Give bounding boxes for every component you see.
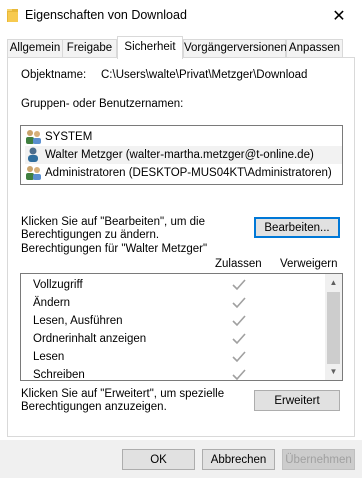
permission-row: Lesen, Ausführen: [21, 313, 326, 331]
permission-name: Schreiben: [33, 369, 85, 381]
allow-check-icon: [232, 369, 246, 380]
deny-column-header: Verweigern: [280, 258, 338, 270]
tab-strip: Allgemein Freigabe Sicherheit Vorgängerv…: [7, 36, 355, 59]
permission-name: Ändern: [33, 297, 71, 309]
allow-check-icon: [232, 333, 246, 345]
apply-button[interactable]: Übernehmen: [282, 449, 355, 470]
permission-row: Schreiben: [21, 367, 326, 381]
tab-anpassen[interactable]: Anpassen: [286, 39, 343, 58]
edit-button[interactable]: Bearbeiten...: [254, 217, 340, 238]
principals-list[interactable]: SYSTEM Walter Metzger (walter-martha.met…: [20, 125, 343, 185]
allow-column-header: Zulassen: [215, 258, 262, 270]
permission-row: Ändern: [21, 295, 326, 313]
window-title: Eigenschaften von Download: [25, 8, 187, 22]
tab-sicherheit[interactable]: Sicherheit: [117, 36, 183, 59]
tab-freigabe[interactable]: Freigabe: [62, 39, 117, 58]
edit-hint-line1: Klicken Sie auf "Bearbeiten", um die: [21, 216, 205, 228]
close-icon: ✕: [332, 7, 346, 25]
permission-row: Vollzugriff: [21, 277, 326, 295]
title-bar[interactable]: Eigenschaften von Download ✕: [0, 0, 362, 31]
allow-check-icon: [232, 351, 246, 363]
scroll-thumb[interactable]: [327, 292, 340, 364]
principal-name: SYSTEM: [45, 131, 93, 143]
allow-check-icon: [232, 279, 246, 291]
cancel-button[interactable]: Abbrechen: [202, 449, 275, 470]
principal-name: Administratoren (DESKTOP-MUS04KT\Adminis…: [45, 167, 332, 179]
permissions-for-label: Berechtigungen für "Walter Metzger": [21, 243, 208, 255]
principal-name: Walter Metzger (walter-martha.metzger@t-…: [45, 149, 314, 161]
list-item-system[interactable]: SYSTEM: [25, 128, 342, 146]
tab-vorgaengerversionen[interactable]: Vorgängerversionen: [183, 39, 287, 58]
permission-row: Ordnerinhalt anzeigen: [21, 331, 326, 349]
allow-check-icon: [232, 297, 246, 309]
allow-check-icon: [232, 315, 246, 327]
permission-name: Lesen, Ausführen: [33, 315, 123, 327]
advanced-hint-line2: Berechtigungen anzuzeigen.: [21, 401, 167, 413]
group-icon: [26, 166, 41, 180]
folder-icon: [7, 9, 18, 22]
close-button[interactable]: ✕: [316, 0, 362, 31]
advanced-hint-line1: Klicken Sie auf "Erweitert", um speziell…: [21, 388, 225, 400]
list-item-walter-metzger[interactable]: Walter Metzger (walter-martha.metzger@t-…: [25, 146, 342, 164]
permissions-list[interactable]: Vollzugriff Ändern Lesen, Ausführen Ordn…: [20, 273, 343, 381]
list-item-administratoren[interactable]: Administratoren (DESKTOP-MUS04KT\Adminis…: [25, 164, 342, 182]
scroll-up-icon[interactable]: ▲: [325, 274, 342, 291]
permission-name: Vollzugriff: [33, 279, 83, 291]
tab-allgemein[interactable]: Allgemein: [7, 39, 63, 58]
permissions-scrollbar[interactable]: ▲ ▼: [325, 274, 342, 380]
edit-hint-line2: Berechtigungen zu ändern.: [21, 229, 160, 241]
ok-button[interactable]: OK: [122, 449, 195, 470]
groups-label: Gruppen- oder Benutzernamen:: [21, 98, 184, 110]
group-icon: [26, 130, 41, 144]
scroll-down-icon[interactable]: ▼: [325, 363, 342, 380]
user-icon: [28, 147, 38, 162]
advanced-button[interactable]: Erweitert: [254, 390, 340, 411]
object-name-value: C:\Users\walte\Privat\Metzger\Download: [101, 69, 308, 81]
permission-name: Ordnerinhalt anzeigen: [33, 333, 147, 345]
permission-name: Lesen: [33, 351, 65, 363]
permission-row: Lesen: [21, 349, 326, 367]
object-name-label: Objektname:: [21, 69, 87, 81]
